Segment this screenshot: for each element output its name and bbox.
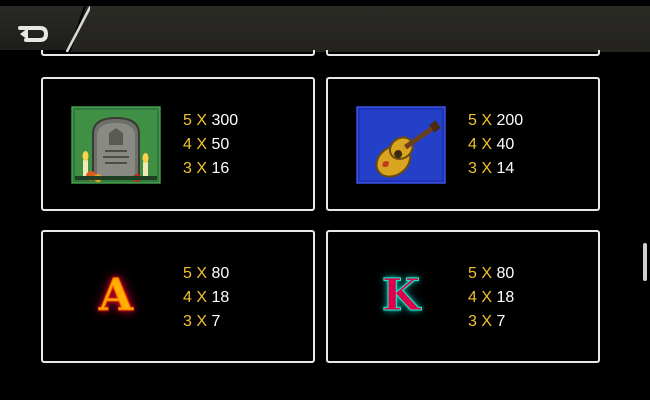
payout-row: 5 X 80 [468,265,515,282]
payout-row: 3 X 16 [183,160,230,177]
letter-a-symbol-icon: A [98,269,134,321]
payout-list: 5 X 200 4 X 40 3 X 14 [468,109,523,181]
payout-list: 5 X 80 4 X 18 3 X 7 [183,262,229,334]
header-divider [66,6,90,52]
payout-row: 3 X 7 [468,313,506,330]
payout-list: 5 X 300 4 X 50 3 X 16 [183,109,238,181]
back-arrow-icon [18,26,48,42]
payout-row: 4 X 50 [183,136,230,153]
payout-row: 3 X 14 [468,160,515,177]
paytable-page: 5 X 300 4 X 50 3 X 16 5 X 200 4 X 40 3 X… [0,0,650,400]
payout-row: 4 X 18 [468,289,515,306]
paytable-card-letter-a: A 5 X 80 4 X 18 3 X 7 [41,230,315,363]
scrollbar-thumb[interactable] [643,243,647,281]
payout-row: 5 X 300 [183,112,239,129]
paytable-card-partial [326,50,600,56]
guitar-symbol-icon [356,106,446,184]
paytable-card-partial [41,50,315,56]
payout-row: 4 X 18 [183,289,230,306]
tombstone-symbol-icon [71,106,161,184]
payout-list: 5 X 80 4 X 18 3 X 7 [468,262,514,334]
top-bar [0,6,650,52]
payout-row: 5 X 80 [183,265,230,282]
letter-k-symbol-icon: K [381,269,421,321]
paytable-card-tombstone: 5 X 300 4 X 50 3 X 16 [41,77,315,211]
paytable-card-letter-k: K 5 X 80 4 X 18 3 X 7 [326,230,600,363]
payout-row: 4 X 40 [468,136,515,153]
payout-row: 5 X 200 [468,112,524,129]
paytable-card-guitar: 5 X 200 4 X 40 3 X 14 [326,77,600,211]
payout-row: 3 X 7 [183,313,221,330]
